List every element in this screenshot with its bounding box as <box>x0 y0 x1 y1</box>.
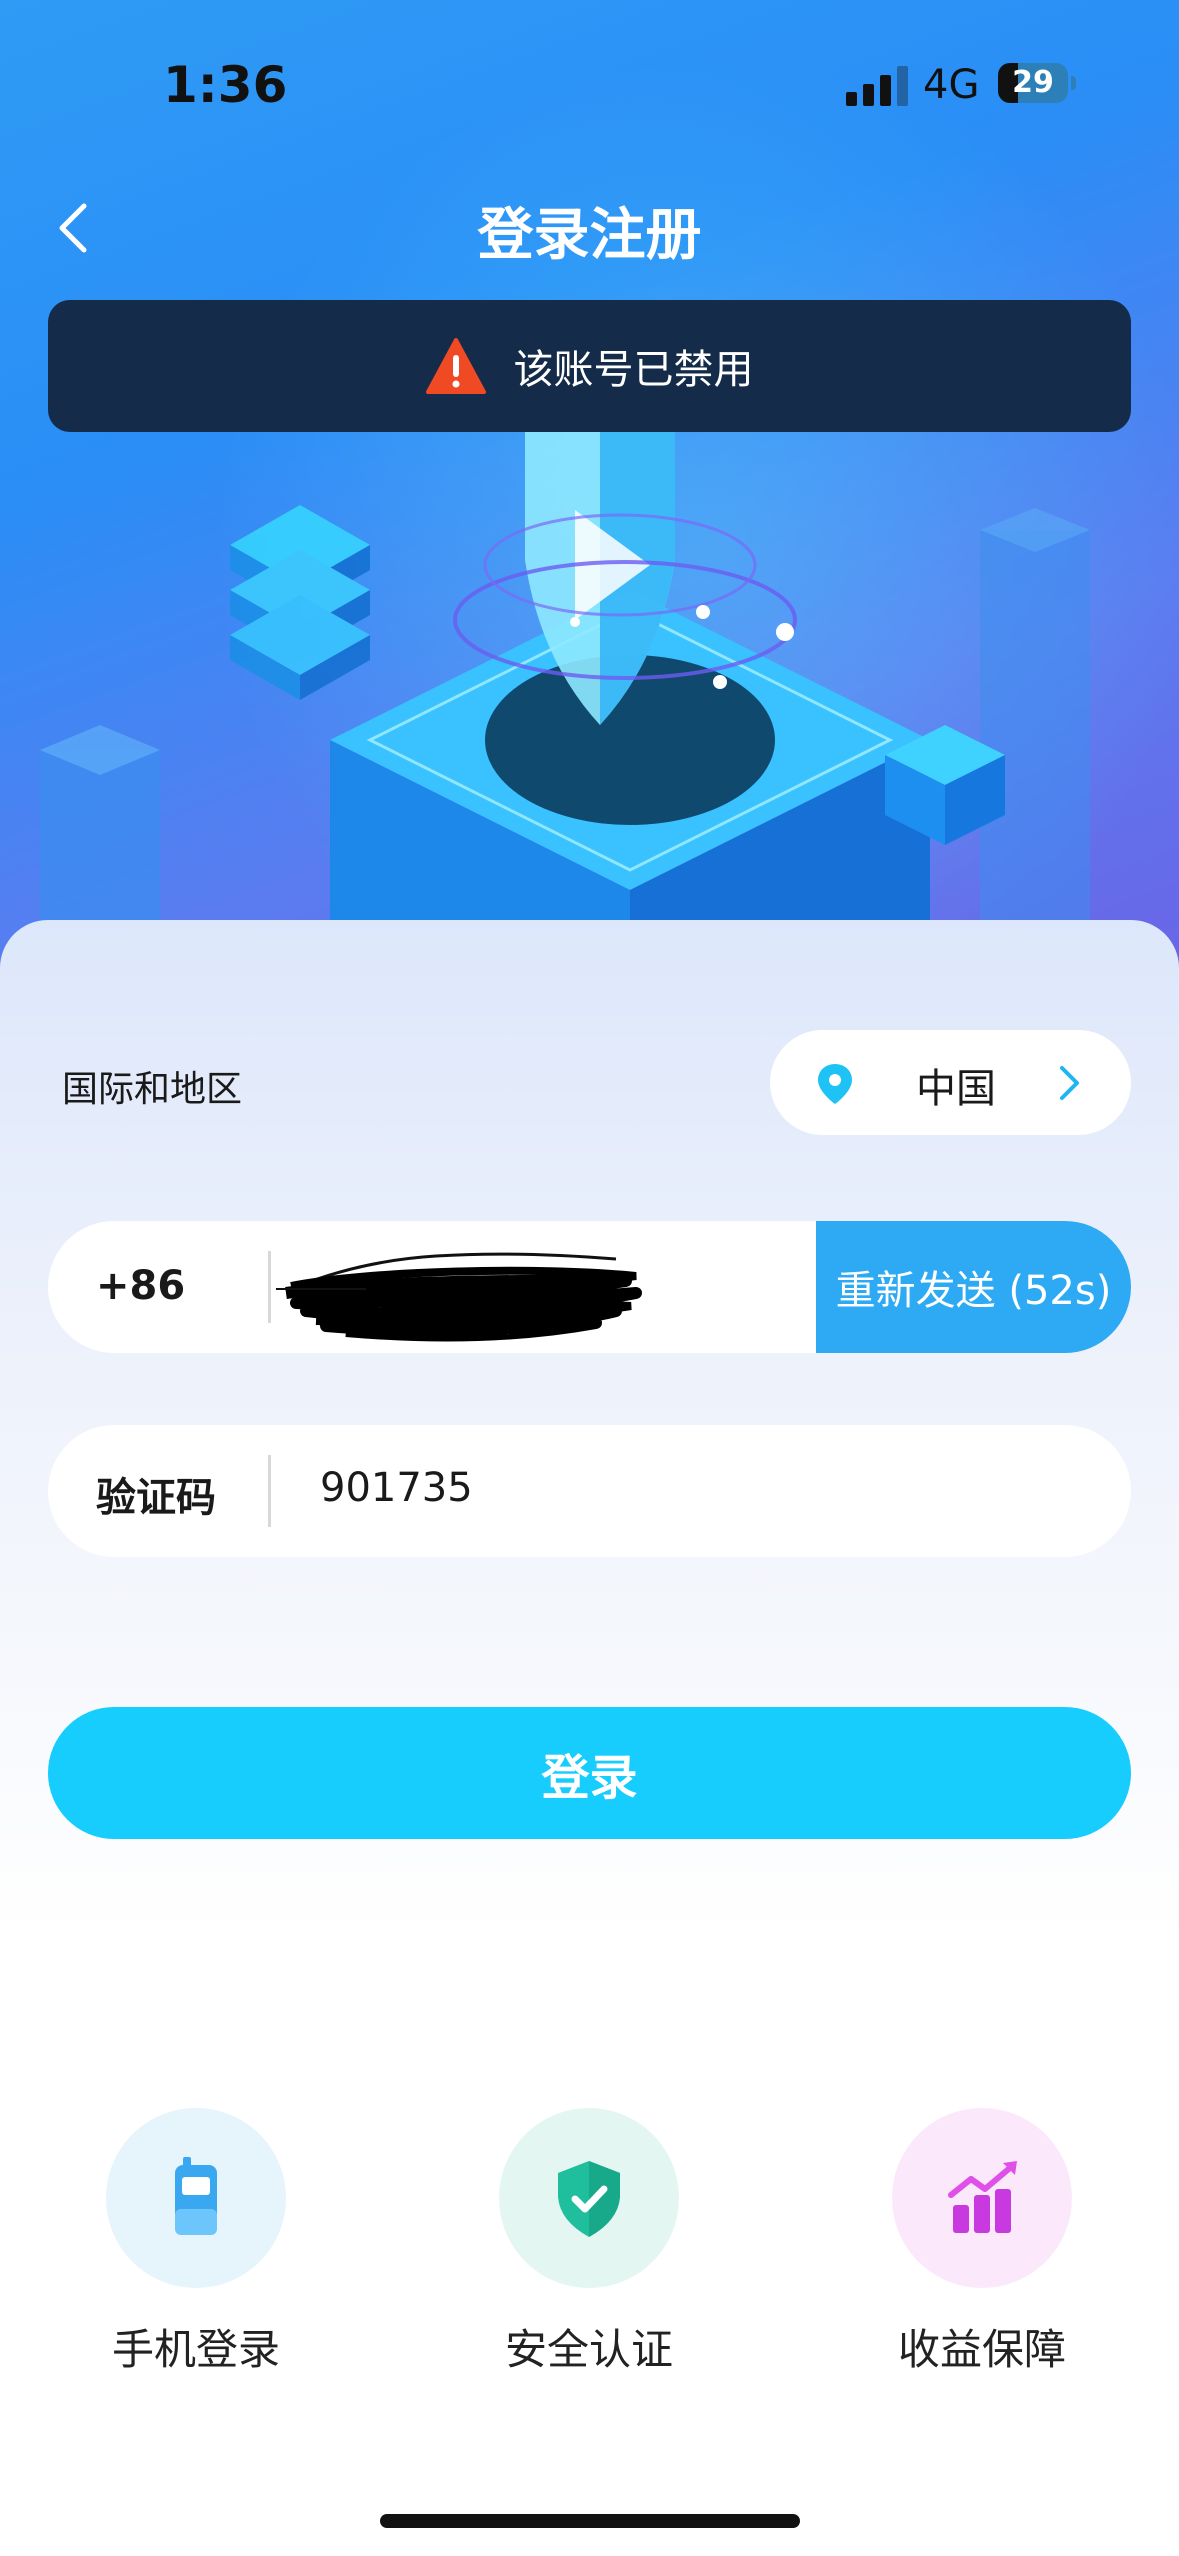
login-button[interactable]: 登录 <box>48 1707 1131 1839</box>
verification-code-field[interactable]: 验证码 901735 <box>48 1425 1131 1557</box>
feature-icon-circle <box>499 2108 679 2288</box>
location-pin-icon <box>818 1064 852 1104</box>
resend-code-button[interactable]: 重新发送 (52s) <box>816 1221 1131 1353</box>
field-divider <box>268 1455 271 1527</box>
region-value: 中国 <box>916 1066 996 1112</box>
chart-icon <box>948 2161 1017 2233</box>
region-label: 国际和地区 <box>62 1069 243 1110</box>
phone-field[interactable]: +86 重新发送 (52s) <box>48 1221 1131 1353</box>
verification-code-label: 验证码 <box>96 1475 216 1521</box>
battery-icon: 29 <box>998 63 1078 105</box>
signal-icon <box>846 66 908 106</box>
alert-text: 该账号已禁用 <box>513 347 754 393</box>
feature-label: 安全认证 <box>504 2325 673 2374</box>
network-label: 4G <box>923 62 980 108</box>
feature-label: 手机登录 <box>111 2325 280 2374</box>
security-illustration <box>40 405 1090 1000</box>
alert-banner: 该账号已禁用 <box>48 300 1131 432</box>
feature-icon-circle <box>892 2108 1072 2288</box>
battery-percent: 29 <box>1012 65 1054 100</box>
shield-check-icon <box>558 2161 620 2237</box>
home-indicator[interactable] <box>380 2514 800 2528</box>
page-title: 登录注册 <box>477 203 702 268</box>
feature-earnings: 收益保障 <box>892 2108 1072 2374</box>
feature-label: 收益保障 <box>897 2325 1066 2374</box>
redacted-phone-number <box>276 1252 642 1342</box>
hero-banner <box>0 0 1179 1000</box>
feature-icon-circle <box>106 2108 286 2288</box>
chevron-right-icon <box>1060 1066 1079 1100</box>
verification-code-input[interactable]: 901735 <box>320 1465 473 1511</box>
feature-phone-login: 手机登录 <box>106 2108 286 2374</box>
status-time: 1:36 <box>163 56 288 114</box>
region-selector[interactable]: 中国 <box>770 1030 1131 1135</box>
phone-icon <box>175 2157 217 2235</box>
feature-security: 安全认证 <box>499 2108 679 2374</box>
country-code[interactable]: +86 <box>96 1263 185 1309</box>
warning-icon <box>425 338 486 394</box>
